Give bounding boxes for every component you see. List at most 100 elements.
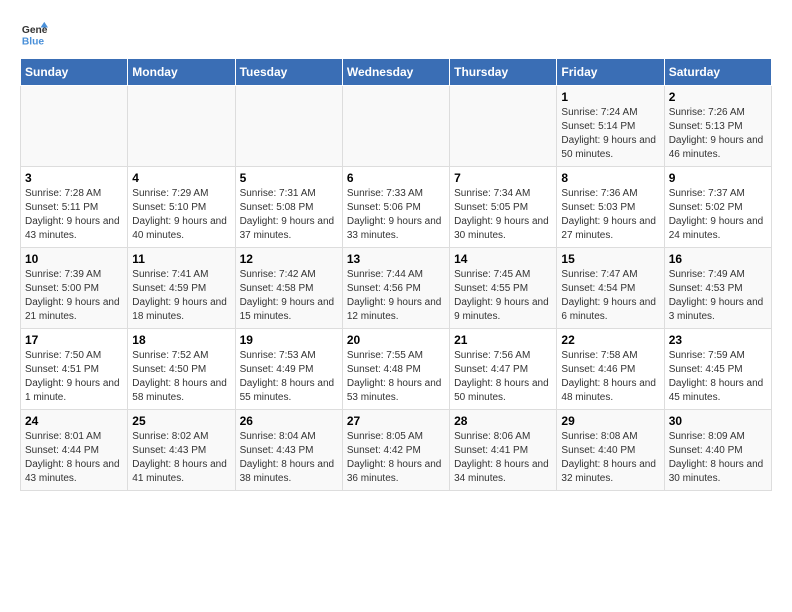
calendar-cell: 28 Sunrise: 8:06 AM Sunset: 4:41 PM Dayli…: [450, 410, 557, 491]
week-row-4: 17 Sunrise: 7:50 AM Sunset: 4:51 PM Dayli…: [21, 329, 772, 410]
calendar-cell: 6 Sunrise: 7:33 AM Sunset: 5:06 PM Daylig…: [342, 167, 449, 248]
day-number: 5: [240, 171, 338, 185]
calendar-cell: 24 Sunrise: 8:01 AM Sunset: 4:44 PM Dayli…: [21, 410, 128, 491]
day-info: Sunrise: 7:29 AM Sunset: 5:10 PM Dayligh…: [132, 187, 230, 243]
calendar-cell: 18Sunrise: 7:52 AM Sunset: 4:50 PM Dayli…: [128, 329, 235, 410]
svg-text:Blue: Blue: [22, 36, 45, 47]
calendar-cell: 27 Sunrise: 8:05 AM Sunset: 4:42 PM Dayli…: [342, 410, 449, 491]
day-info: Sunrise: 8:05 AM Sunset: 4:42 PM Dayligh…: [347, 430, 445, 486]
day-number: 4: [132, 171, 230, 185]
calendar-cell: 11 Sunrise: 7:41 AM Sunset: 4:59 PM Dayli…: [128, 248, 235, 329]
day-info: Sunrise: 7:47 AM Sunset: 4:54 PM Dayligh…: [561, 268, 659, 324]
day-info: Sunrise: 7:37 AM Sunset: 5:02 PM Dayligh…: [669, 187, 767, 243]
calendar-cell: 20Sunrise: 7:55 AM Sunset: 4:48 PM Dayli…: [342, 329, 449, 410]
day-number: 10: [25, 252, 123, 266]
day-info: Sunrise: 8:04 AM Sunset: 4:43 PM Dayligh…: [240, 430, 338, 486]
day-number: 13: [347, 252, 445, 266]
calendar-body: 1 Sunrise: 7:24 AM Sunset: 5:14 PM Daylig…: [21, 86, 772, 491]
page-header: General Blue: [20, 20, 772, 48]
day-number: 3: [25, 171, 123, 185]
calendar-cell: [21, 86, 128, 167]
calendar-cell: 7Sunrise: 7:34 AM Sunset: 5:05 PM Daylig…: [450, 167, 557, 248]
calendar-header: SundayMondayTuesdayWednesdayThursdayFrid…: [21, 59, 772, 86]
column-header-saturday: Saturday: [664, 59, 771, 86]
day-info: Sunrise: 8:06 AM Sunset: 4:41 PM Dayligh…: [454, 430, 552, 486]
day-number: 8: [561, 171, 659, 185]
calendar-cell: 26 Sunrise: 8:04 AM Sunset: 4:43 PM Dayli…: [235, 410, 342, 491]
week-row-2: 3 Sunrise: 7:28 AM Sunset: 5:11 PM Daylig…: [21, 167, 772, 248]
day-info: Sunrise: 7:58 AM Sunset: 4:46 PM Dayligh…: [561, 349, 659, 405]
day-number: 12: [240, 252, 338, 266]
day-number: 29: [561, 414, 659, 428]
day-info: Sunrise: 7:28 AM Sunset: 5:11 PM Dayligh…: [25, 187, 123, 243]
day-number: 22: [561, 333, 659, 347]
day-info: Sunrise: 7:42 AM Sunset: 4:58 PM Dayligh…: [240, 268, 338, 324]
calendar-cell: 3 Sunrise: 7:28 AM Sunset: 5:11 PM Daylig…: [21, 167, 128, 248]
calendar-cell: 9 Sunrise: 7:37 AM Sunset: 5:02 PM Daylig…: [664, 167, 771, 248]
calendar-cell: 10 Sunrise: 7:39 AM Sunset: 5:00 PM Dayli…: [21, 248, 128, 329]
calendar-cell: 23 Sunrise: 7:59 AM Sunset: 4:45 PM Dayli…: [664, 329, 771, 410]
day-info: Sunrise: 7:39 AM Sunset: 5:00 PM Dayligh…: [25, 268, 123, 324]
calendar-cell: [128, 86, 235, 167]
day-info: Sunrise: 7:55 AM Sunset: 4:48 PM Dayligh…: [347, 349, 445, 405]
calendar-cell: 13 Sunrise: 7:44 AM Sunset: 4:56 PM Dayli…: [342, 248, 449, 329]
day-number: 23: [669, 333, 767, 347]
day-info: Sunrise: 7:26 AM Sunset: 5:13 PM Dayligh…: [669, 106, 767, 162]
day-number: 15: [561, 252, 659, 266]
calendar-cell: 30Sunrise: 8:09 AM Sunset: 4:40 PM Dayli…: [664, 410, 771, 491]
day-info: Sunrise: 7:24 AM Sunset: 5:14 PM Dayligh…: [561, 106, 659, 162]
calendar-cell: 25 Sunrise: 8:02 AM Sunset: 4:43 PM Dayli…: [128, 410, 235, 491]
calendar-cell: 4 Sunrise: 7:29 AM Sunset: 5:10 PM Daylig…: [128, 167, 235, 248]
day-number: 18: [132, 333, 230, 347]
calendar-cell: 5Sunrise: 7:31 AM Sunset: 5:08 PM Daylig…: [235, 167, 342, 248]
day-number: 30: [669, 414, 767, 428]
day-info: Sunrise: 7:56 AM Sunset: 4:47 PM Dayligh…: [454, 349, 552, 405]
calendar-cell: [450, 86, 557, 167]
logo: General Blue: [20, 20, 48, 48]
day-info: Sunrise: 7:59 AM Sunset: 4:45 PM Dayligh…: [669, 349, 767, 405]
day-number: 6: [347, 171, 445, 185]
calendar-cell: 19Sunrise: 7:53 AM Sunset: 4:49 PM Dayli…: [235, 329, 342, 410]
day-number: 27: [347, 414, 445, 428]
calendar-cell: 22 Sunrise: 7:58 AM Sunset: 4:46 PM Dayli…: [557, 329, 664, 410]
calendar-cell: 17 Sunrise: 7:50 AM Sunset: 4:51 PM Dayli…: [21, 329, 128, 410]
logo-icon: General Blue: [20, 20, 48, 48]
column-header-sunday: Sunday: [21, 59, 128, 86]
day-number: 7: [454, 171, 552, 185]
calendar-cell: 2Sunrise: 7:26 AM Sunset: 5:13 PM Daylig…: [664, 86, 771, 167]
calendar-cell: 14 Sunrise: 7:45 AM Sunset: 4:55 PM Dayli…: [450, 248, 557, 329]
day-number: 28: [454, 414, 552, 428]
calendar-cell: [342, 86, 449, 167]
day-info: Sunrise: 7:41 AM Sunset: 4:59 PM Dayligh…: [132, 268, 230, 324]
day-info: Sunrise: 7:50 AM Sunset: 4:51 PM Dayligh…: [25, 349, 123, 405]
day-info: Sunrise: 7:33 AM Sunset: 5:06 PM Dayligh…: [347, 187, 445, 243]
calendar-cell: 16 Sunrise: 7:49 AM Sunset: 4:53 PM Dayli…: [664, 248, 771, 329]
day-info: Sunrise: 8:02 AM Sunset: 4:43 PM Dayligh…: [132, 430, 230, 486]
day-number: 9: [669, 171, 767, 185]
day-number: 25: [132, 414, 230, 428]
day-number: 16: [669, 252, 767, 266]
day-number: 24: [25, 414, 123, 428]
day-info: Sunrise: 8:01 AM Sunset: 4:44 PM Dayligh…: [25, 430, 123, 486]
calendar-cell: 21Sunrise: 7:56 AM Sunset: 4:47 PM Dayli…: [450, 329, 557, 410]
day-info: Sunrise: 7:45 AM Sunset: 4:55 PM Dayligh…: [454, 268, 552, 324]
day-info: Sunrise: 7:36 AM Sunset: 5:03 PM Dayligh…: [561, 187, 659, 243]
day-info: Sunrise: 7:49 AM Sunset: 4:53 PM Dayligh…: [669, 268, 767, 324]
day-number: 19: [240, 333, 338, 347]
week-row-1: 1 Sunrise: 7:24 AM Sunset: 5:14 PM Daylig…: [21, 86, 772, 167]
day-info: Sunrise: 8:08 AM Sunset: 4:40 PM Dayligh…: [561, 430, 659, 486]
calendar-cell: 29 Sunrise: 8:08 AM Sunset: 4:40 PM Dayli…: [557, 410, 664, 491]
column-header-wednesday: Wednesday: [342, 59, 449, 86]
day-number: 14: [454, 252, 552, 266]
column-header-tuesday: Tuesday: [235, 59, 342, 86]
day-number: 1: [561, 90, 659, 104]
column-header-monday: Monday: [128, 59, 235, 86]
calendar-cell: 8 Sunrise: 7:36 AM Sunset: 5:03 PM Daylig…: [557, 167, 664, 248]
day-number: 17: [25, 333, 123, 347]
calendar-cell: [235, 86, 342, 167]
calendar-cell: 15 Sunrise: 7:47 AM Sunset: 4:54 PM Dayli…: [557, 248, 664, 329]
day-number: 26: [240, 414, 338, 428]
day-info: Sunrise: 7:44 AM Sunset: 4:56 PM Dayligh…: [347, 268, 445, 324]
day-number: 11: [132, 252, 230, 266]
calendar-cell: 1 Sunrise: 7:24 AM Sunset: 5:14 PM Daylig…: [557, 86, 664, 167]
